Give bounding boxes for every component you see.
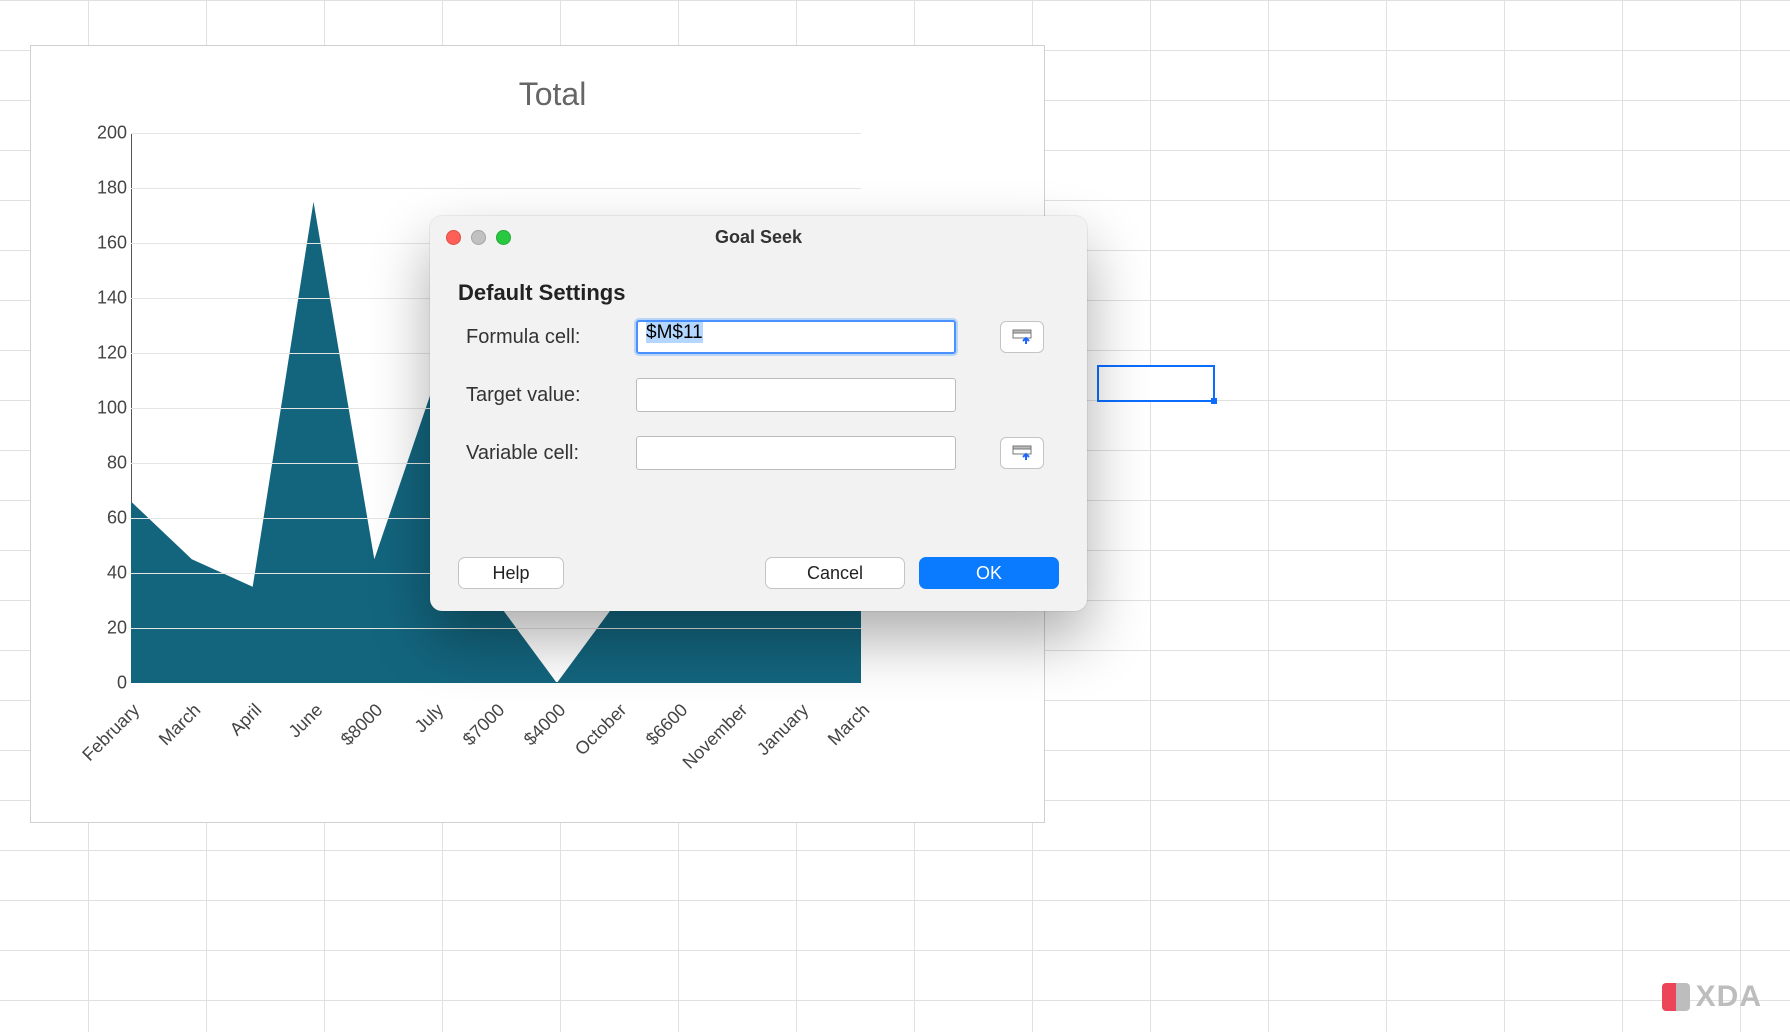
x-tick-label: $7000 bbox=[459, 700, 509, 750]
formula-cell-label: Formula cell: bbox=[466, 326, 636, 349]
close-icon[interactable] bbox=[446, 230, 461, 245]
target-value-row: Target value: bbox=[458, 378, 1059, 412]
dialog-section-heading: Default Settings bbox=[430, 258, 1087, 316]
variable-cell-label: Variable cell: bbox=[466, 442, 636, 465]
x-tick-label: April bbox=[225, 700, 265, 740]
variable-cell-row: Variable cell: bbox=[458, 436, 1059, 470]
y-tick-label: 160 bbox=[83, 233, 127, 254]
y-tick-label: 180 bbox=[83, 178, 127, 199]
y-tick-label: 60 bbox=[83, 508, 127, 529]
selected-cell[interactable] bbox=[1097, 365, 1215, 402]
y-tick-label: 0 bbox=[83, 673, 127, 694]
cancel-button[interactable]: Cancel bbox=[765, 557, 905, 589]
x-tick-label: March bbox=[155, 700, 205, 750]
y-gridline bbox=[131, 628, 861, 629]
watermark-icon bbox=[1662, 983, 1690, 1011]
target-value-label: Target value: bbox=[466, 384, 636, 407]
dialog-title: Goal Seek bbox=[430, 227, 1087, 248]
dialog-buttons: Help Cancel OK bbox=[430, 557, 1087, 589]
y-tick-label: 80 bbox=[83, 453, 127, 474]
watermark: XDA bbox=[1662, 980, 1762, 1014]
x-tick-label: November bbox=[679, 700, 753, 774]
dialog-titlebar[interactable]: Goal Seek bbox=[430, 216, 1087, 258]
x-tick-label: $6600 bbox=[641, 700, 691, 750]
variable-cell-range-picker-button[interactable] bbox=[1000, 437, 1044, 469]
chart-x-labels: FebruaryMarchAprilJune$8000July$7000$400… bbox=[131, 683, 861, 763]
zoom-icon[interactable] bbox=[496, 230, 511, 245]
y-tick-label: 140 bbox=[83, 288, 127, 309]
ok-button[interactable]: OK bbox=[919, 557, 1059, 589]
y-gridline bbox=[131, 188, 861, 189]
chart-title: Total bbox=[91, 76, 1014, 113]
help-button[interactable]: Help bbox=[458, 557, 564, 589]
variable-cell-input[interactable] bbox=[636, 436, 956, 470]
x-tick-label: July bbox=[411, 700, 448, 737]
y-tick-label: 40 bbox=[83, 563, 127, 584]
x-tick-label: June bbox=[284, 700, 326, 742]
shrink-icon bbox=[1012, 445, 1032, 461]
x-tick-label: February bbox=[78, 700, 144, 766]
chart-y-axis: 020406080100120140160180200 bbox=[83, 133, 127, 683]
x-tick-label: $4000 bbox=[520, 700, 570, 750]
x-tick-label: March bbox=[824, 700, 874, 750]
shrink-icon bbox=[1012, 329, 1032, 345]
y-tick-label: 20 bbox=[83, 618, 127, 639]
x-tick-label: January bbox=[753, 700, 813, 760]
minimize-icon bbox=[471, 230, 486, 245]
x-tick-label: $8000 bbox=[337, 700, 387, 750]
y-gridline bbox=[131, 133, 861, 134]
dialog-form: Formula cell: $M$11 Target value: Variab… bbox=[430, 316, 1087, 470]
x-tick-label: October bbox=[571, 700, 631, 760]
watermark-text: XDA bbox=[1696, 980, 1762, 1014]
formula-cell-row: Formula cell: $M$11 bbox=[458, 320, 1059, 354]
formula-cell-range-picker-button[interactable] bbox=[1000, 321, 1044, 353]
goal-seek-dialog: Goal Seek Default Settings Formula cell:… bbox=[430, 216, 1087, 611]
y-tick-label: 200 bbox=[83, 123, 127, 144]
y-tick-label: 100 bbox=[83, 398, 127, 419]
formula-cell-input[interactable]: $M$11 bbox=[636, 320, 956, 354]
target-value-input[interactable] bbox=[636, 378, 956, 412]
y-tick-label: 120 bbox=[83, 343, 127, 364]
